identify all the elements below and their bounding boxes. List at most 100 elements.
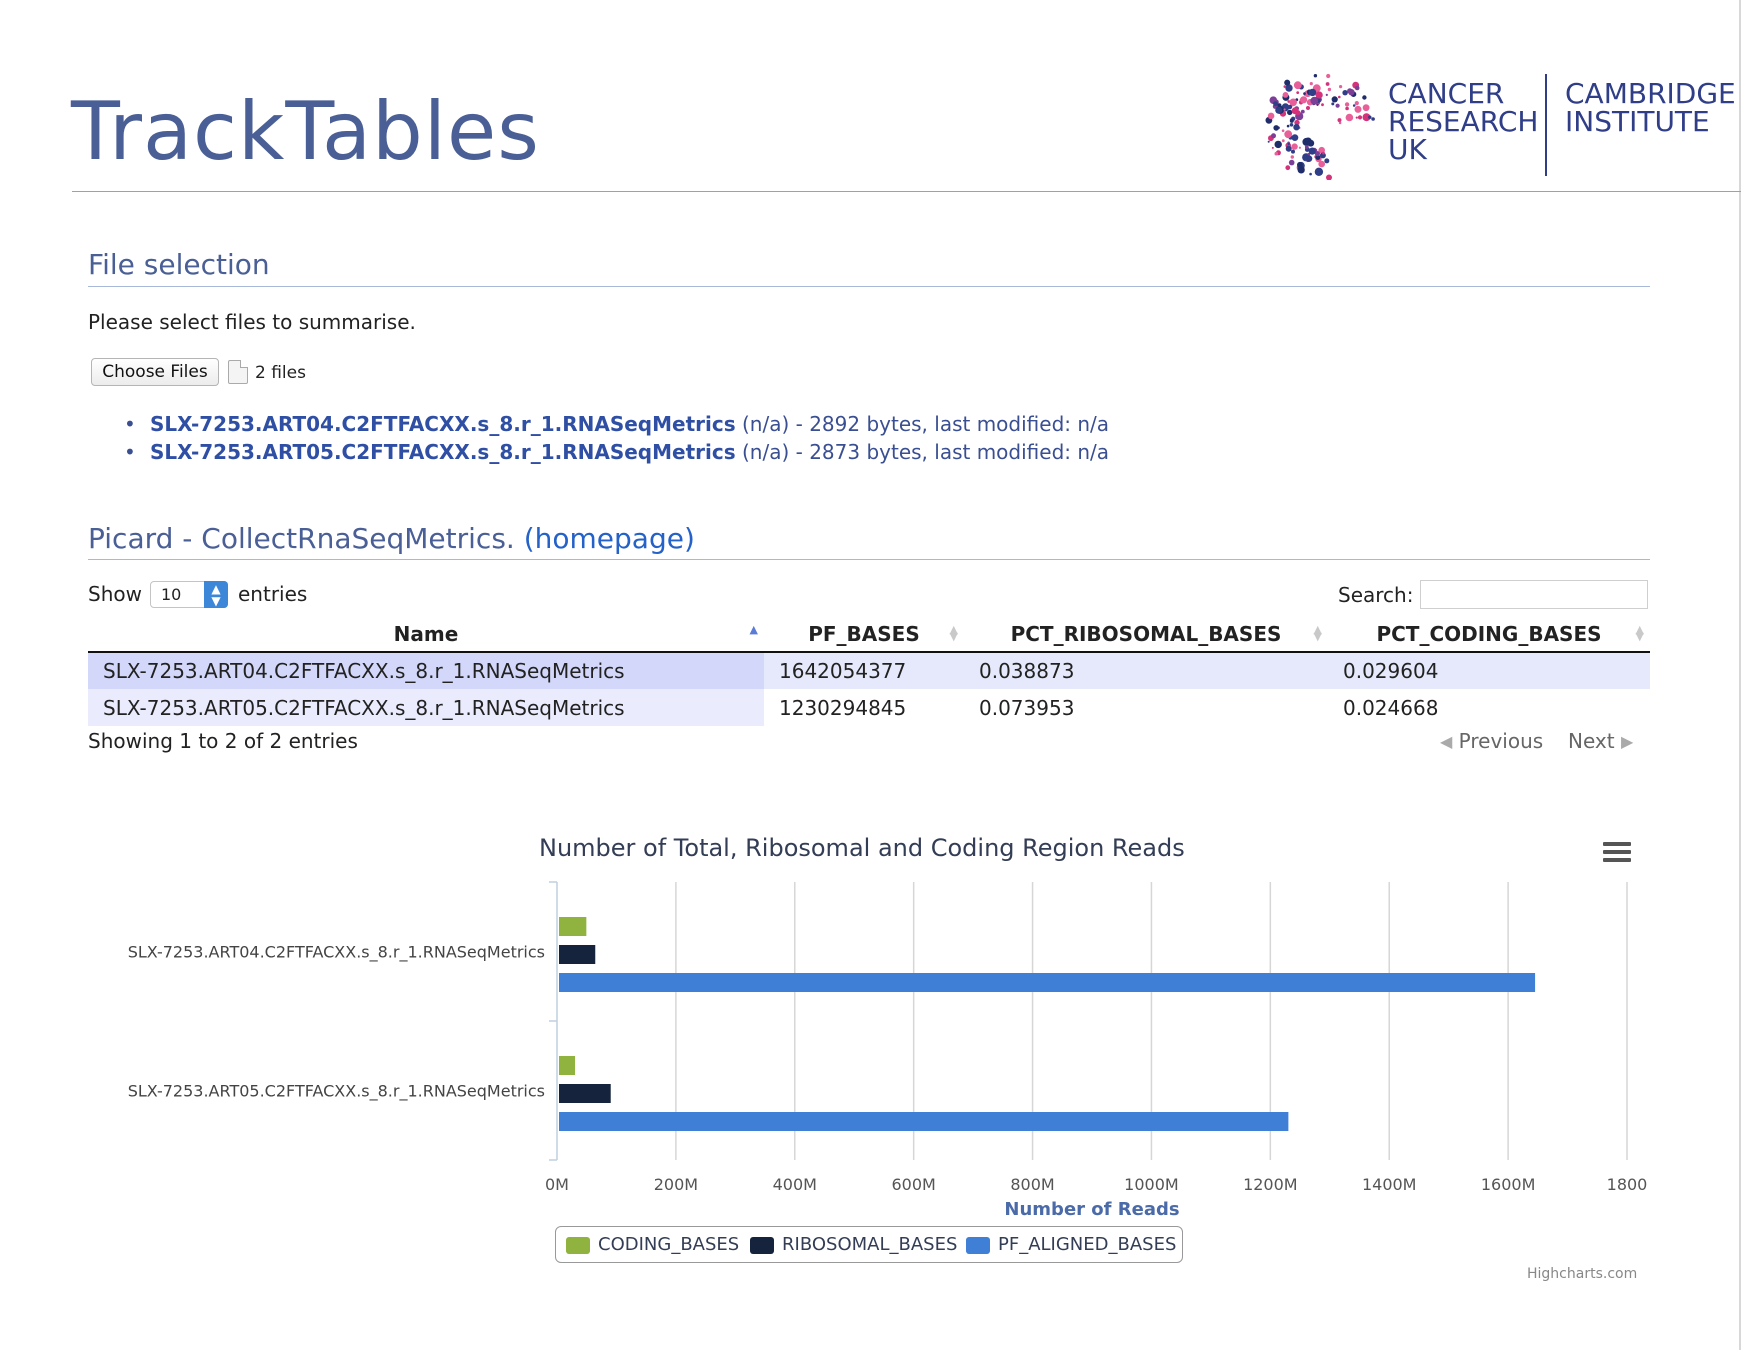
logo-dot [1342,90,1348,96]
show-label: Show [88,582,142,606]
logo-dot [1318,160,1325,168]
choose-files-button[interactable]: Choose Files [91,358,219,386]
logo-dot [1287,109,1293,116]
table-row[interactable]: SLX-7253.ART04.C2FTFACXX.s_8.r_1.RNASeqM… [88,652,1650,689]
files-count: 2 files [255,363,306,383]
previous-page-button[interactable]: ◀ Previous [1440,729,1543,753]
logo-dot [1296,91,1300,94]
cell-pct-ribosomal: 0.073953 [964,689,1328,726]
logo-dot [1352,104,1356,107]
legend-swatch [750,1237,774,1254]
bar-pf-aligned-bases [559,1112,1289,1131]
column-header-pct-ribosomal-bases[interactable]: PCT_RIBOSOMAL_BASES ▲ ▼ [964,616,1328,653]
x-tick-label: 400M [773,1175,817,1194]
column-header-pct-coding-bases[interactable]: PCT_CODING_BASES ▲ ▼ [1328,616,1650,653]
logo-dot [1314,167,1324,176]
arrow-right-icon: ▶ [1620,732,1634,751]
chart-title: Number of Total, Ribosomal and Coding Re… [539,834,1185,862]
logo-dot [1291,143,1298,150]
logo-cru-text: CANCER RESEARCH UK [1388,77,1539,166]
logo-dot [1326,174,1332,181]
logo-dot [1285,165,1291,171]
picard-heading: Picard - CollectRnaSeqMetrics. (homepage… [88,522,695,555]
logo-dot [1297,166,1305,174]
logo-dot [1357,115,1363,120]
bar-ribosomal-bases [559,1084,611,1103]
sort-both-icon: ▲ ▼ [949,623,958,643]
logo-dot [1304,145,1309,149]
logo-dot [1283,108,1286,111]
logo-dot [1362,104,1370,112]
logo-dot [1282,92,1289,98]
logo-dot [1291,149,1295,154]
app-title: TrackTables [71,85,540,178]
logo-dot [1322,151,1325,155]
search-input[interactable] [1420,580,1648,609]
table-row[interactable]: SLX-7253.ART05.C2FTFACXX.s_8.r_1.RNASeqM… [88,689,1650,726]
chart-legend: CODING_BASES RIBOSOMAL_BASES PF_ALIGNED_… [555,1226,1183,1263]
picard-divider [88,559,1650,560]
entries-per-page-select[interactable]: 10 ▲ ▼ [150,581,228,608]
x-tick-label: 1600M [1481,1175,1536,1194]
logo-dot [1285,145,1292,152]
cell-name: SLX-7253.ART04.C2FTFACXX.s_8.r_1.RNASeqM… [88,652,764,689]
list-item: SLX-7253.ART04.C2FTFACXX.s_8.r_1.RNASeqM… [120,410,1109,438]
logo-dot [1354,105,1362,113]
logo-dot [1355,116,1358,119]
logo-dot [1324,158,1330,164]
logo-dot [1325,82,1330,86]
bar-coding-bases [559,917,587,936]
logo-dot [1306,106,1310,110]
cell-pct-ribosomal: 0.038873 [964,652,1328,689]
sort-both-icon: ▲ ▼ [1635,623,1644,643]
sort-both-icon: ▲ ▼ [1313,623,1322,643]
logo-dot [1310,96,1319,105]
logo-dot [1283,85,1287,88]
table-info: Showing 1 to 2 of 2 entries [88,729,358,753]
logo-dot [1288,159,1295,166]
logo-dot [1273,101,1278,107]
logo-dot [1316,103,1319,106]
logo-dot [1274,151,1279,156]
column-header-pf-bases[interactable]: PF_BASES ▲ ▼ [764,616,964,653]
logo-dot [1290,155,1294,159]
cell-name: SLX-7253.ART05.C2FTFACXX.s_8.r_1.RNASeqM… [88,689,764,726]
next-page-button[interactable]: Next ▶ [1568,729,1633,753]
logo-dot [1271,146,1274,149]
x-axis-title: Number of Reads [1004,1199,1179,1220]
logo-dot [1337,118,1342,123]
logo-dot [1287,142,1290,146]
logo-divider [1545,74,1547,176]
sort-ascending-icon: ▲ [749,623,758,636]
logo-dot [1313,74,1318,78]
logo-dot [1354,85,1360,91]
file-selection-divider [88,286,1650,287]
x-tick-label: 1000M [1124,1175,1179,1194]
file-selection-heading: File selection [88,248,270,281]
highcharts-credits[interactable]: Highcharts.com [1527,1266,1637,1282]
logo-dot [1331,96,1338,103]
homepage-link[interactable]: (homepage) [524,522,695,555]
file-name: SLX-7253.ART05.C2FTFACXX.s_8.r_1.RNASeqM… [150,440,736,464]
logo-dot [1308,147,1316,155]
logo-dot [1308,88,1317,97]
logo-dot [1273,125,1279,131]
header-divider [72,191,1741,192]
legend-swatch [566,1237,590,1254]
chart-menu-icon[interactable] [1603,842,1631,866]
column-header-name[interactable]: Name ▲ [88,616,764,653]
file-details: (n/a) - 2873 bytes, last modified: n/a [735,440,1110,464]
logo-dot [1309,172,1312,176]
logo-dot [1354,101,1359,106]
arrow-left-icon: ◀ [1440,732,1453,751]
table-header-row: Name ▲ PF_BASES ▲ ▼ PCT_RIBOSOMAL_BASES ▲ ▼ P… [88,616,1650,653]
select-arrows-icon: ▲ ▼ [204,581,228,608]
logo-dot [1291,107,1299,115]
file-name: SLX-7253.ART04.C2FTFACXX.s_8.r_1.RNASeqM… [150,412,736,436]
logo-dot [1309,82,1313,86]
logo-dot [1338,95,1341,99]
logo-dot [1371,117,1375,121]
logo-dot [1300,96,1308,104]
cell-pf-bases: 1642054377 [764,652,964,689]
x-tick-label: 800M [1010,1175,1054,1194]
